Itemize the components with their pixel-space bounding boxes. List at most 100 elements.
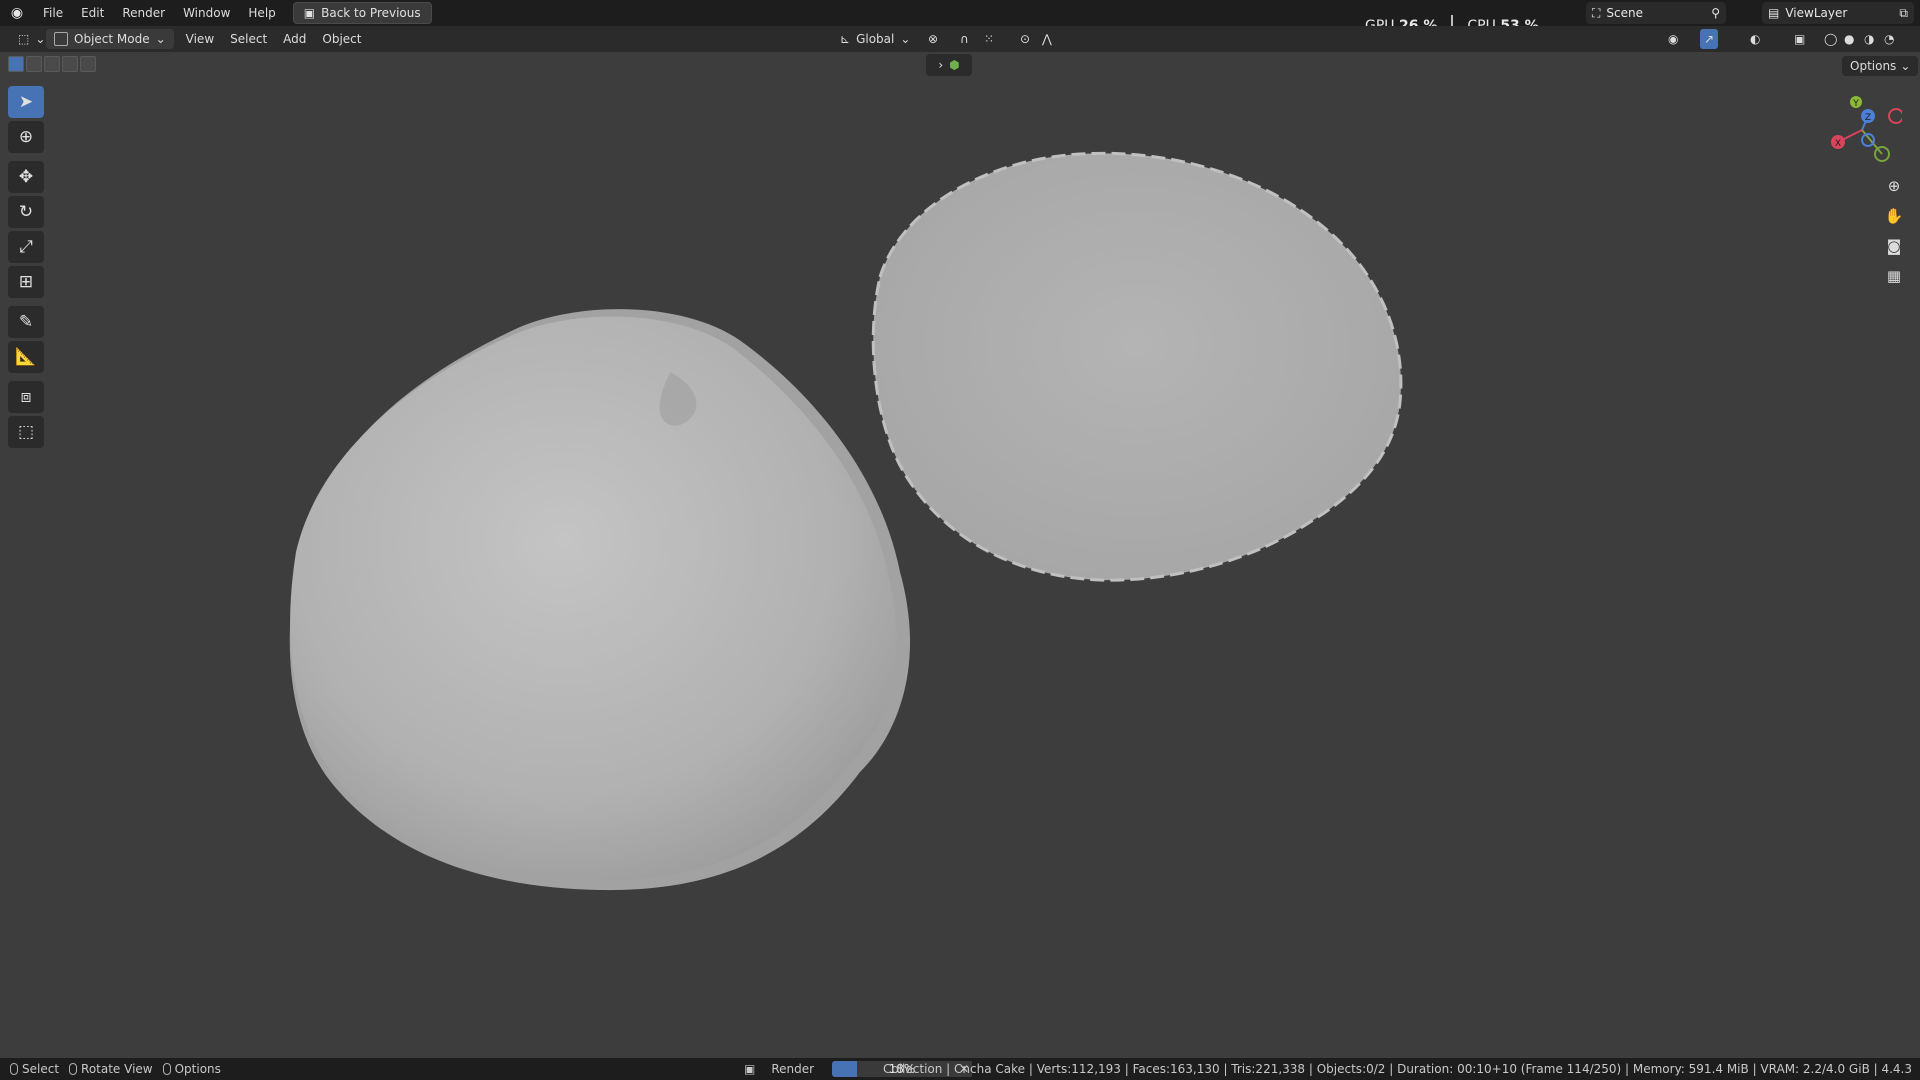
annotate-tool[interactable]: ✎ (8, 306, 44, 338)
move-tool[interactable]: ✥ (8, 161, 44, 193)
xray-button[interactable]: ▣ (1786, 29, 1813, 49)
menu-view[interactable]: View (178, 29, 222, 49)
select-new-button[interactable] (8, 56, 24, 72)
scene-statistics: Collection | Cncha Cake | Verts:112,193 … (883, 1062, 1912, 1076)
scale-tool[interactable]: ⤢ (8, 231, 44, 263)
options-label: Options (1850, 59, 1897, 73)
render-job[interactable]: ▣ Render (744, 1062, 814, 1076)
selection-mode-buttons (8, 56, 96, 72)
viewport-canvas (289, 151, 1403, 891)
add-cube-icon: ⧈ (20, 387, 32, 407)
gizmo-icon: ↗ (1704, 32, 1715, 46)
shading-rendered-button[interactable]: ◔ (1876, 29, 1902, 49)
menu-help[interactable]: Help (239, 0, 284, 26)
rendered-sphere-icon: ◔ (1884, 32, 1895, 46)
visibility-button[interactable]: ◉ (1660, 29, 1686, 49)
pivot-point-button[interactable]: ⊗ (920, 29, 946, 49)
add-object-tool[interactable]: ⬚ (8, 416, 44, 448)
axis-z-label: Z (1865, 113, 1871, 123)
rotate-tool[interactable]: ↻ (8, 196, 44, 228)
cursor-arrow-icon: ➤ (18, 92, 34, 112)
viewport-header: ⬚ ⌄ Object Mode ⌄ View Select Add Object … (0, 26, 1920, 52)
3d-viewport[interactable] (0, 52, 1920, 1058)
view-layer-icon: ▤ (1768, 6, 1780, 20)
select-extend-button[interactable] (26, 56, 42, 72)
add-cube-tool[interactable]: ⧈ (8, 381, 44, 413)
transform-icon: ⊞ (18, 272, 34, 292)
asset-icon: ⬢ (949, 58, 960, 72)
proportional-icon: ⊙ (1020, 32, 1031, 46)
axis-y-label: Y (1852, 99, 1859, 109)
chevron-down-icon: ⌄ (1900, 59, 1911, 73)
back-to-previous-label: Back to Previous (321, 6, 421, 20)
menu-file[interactable]: File (34, 0, 72, 26)
camera-view-button[interactable]: ◙ (1880, 232, 1908, 260)
camera-icon: ◙ (1886, 237, 1902, 255)
navigation-gizmo[interactable]: Y X Z (1822, 90, 1902, 170)
status-bar: Select Rotate View Options ▣ Render 18% … (0, 1058, 1920, 1080)
magnifier-plus-icon: ⊕ (1887, 177, 1901, 195)
select-box-tool[interactable]: ➤ (8, 86, 44, 118)
falloff-icon: ⋀ (1042, 32, 1052, 46)
render-job-label: Render (771, 1062, 815, 1076)
magnet-icon: ∩ (960, 32, 969, 46)
menu-edit[interactable]: Edit (72, 0, 113, 26)
object-mode-label: Object Mode (74, 32, 150, 46)
tool-shelf: ➤ ⊕ ✥ ↻ ⤢ ⊞ ✎ 📐 ⧈ ⬚ (8, 86, 48, 451)
axis-x-label: X (1835, 139, 1841, 149)
chevron-down-icon: ⌄ (900, 32, 911, 46)
select-intersect-button[interactable] (80, 56, 96, 72)
options-dropdown[interactable]: Options ⌄ (1842, 56, 1919, 76)
snap-target-button[interactable]: ⁙ (976, 29, 1002, 49)
status-rotate-hint: Rotate View (69, 1062, 153, 1076)
scene-selector[interactable]: ⛶ Scene ⚲ (1586, 2, 1726, 24)
screen-icon: ▣ (303, 6, 316, 20)
select-invert-button[interactable] (62, 56, 78, 72)
mesh-cake-large[interactable] (289, 309, 911, 891)
overlays-button[interactable]: ◐ (1742, 29, 1768, 49)
pin-icon[interactable]: ⚲ (1711, 6, 1720, 20)
measure-tool[interactable]: 📐 (8, 341, 44, 373)
editor-type-button[interactable]: ⬚ ⌄ (10, 29, 53, 49)
move-arrows-icon: ✥ (18, 167, 34, 187)
status-options-label: Options (174, 1062, 221, 1076)
view-layer-selector[interactable]: ▤ ViewLayer ⧉ (1762, 2, 1914, 24)
ruler-icon: 📐 (15, 347, 37, 367)
zoom-button[interactable]: ⊕ (1880, 172, 1908, 200)
transform-orientation-dropdown[interactable]: ⊾ Global ⌄ (832, 29, 918, 49)
rotate-icon: ↻ (18, 202, 34, 222)
scene-name: Scene (1606, 6, 1643, 20)
xray-icon: ▣ (1794, 32, 1806, 46)
snap-button[interactable]: ∩ (952, 29, 977, 49)
mesh-cake-base[interactable] (871, 151, 1403, 582)
gizmo-toggle-button[interactable]: ↗ (1700, 29, 1719, 49)
crosshair-icon: ⊕ (18, 127, 34, 147)
blender-logo-icon[interactable]: ◉ (0, 0, 34, 26)
back-to-previous-button[interactable]: ▣ Back to Previous (292, 2, 432, 24)
editor-type-icon: ⬚ (18, 32, 30, 46)
axis-neg-x-ball[interactable] (1888, 108, 1902, 124)
navigation-tools: ⊕ ✋ ◙ ▦ (1880, 172, 1908, 292)
menu-select[interactable]: Select (222, 29, 275, 49)
transform-tool[interactable]: ⊞ (8, 266, 44, 298)
status-rotate-label: Rotate View (81, 1062, 153, 1076)
falloff-button[interactable]: ⋀ (1034, 29, 1060, 49)
menu-render[interactable]: Render (113, 0, 174, 26)
object-mode-dropdown[interactable]: Object Mode ⌄ (46, 29, 174, 49)
menu-object[interactable]: Object (314, 29, 369, 49)
menu-add[interactable]: Add (275, 29, 314, 49)
overlays-icon: ◐ (1750, 32, 1761, 46)
pivot-icon: ⊗ (928, 32, 939, 46)
menu-window[interactable]: Window (174, 0, 239, 26)
pencil-icon: ✎ (18, 312, 34, 332)
new-layer-icon[interactable]: ⧉ (1899, 6, 1908, 21)
perspective-toggle-button[interactable]: ▦ (1880, 262, 1908, 290)
scene-icon: ⛶ (1592, 5, 1601, 20)
mouse-right-icon (162, 1063, 171, 1075)
select-subtract-button[interactable] (44, 56, 60, 72)
grid-snap-icon: ⁙ (984, 32, 995, 46)
cursor-tool[interactable]: ⊕ (8, 121, 44, 153)
header-collapse-tab[interactable]: › ⬢ (926, 54, 972, 76)
pan-button[interactable]: ✋ (1880, 202, 1908, 230)
status-select-label: Select (22, 1062, 60, 1076)
